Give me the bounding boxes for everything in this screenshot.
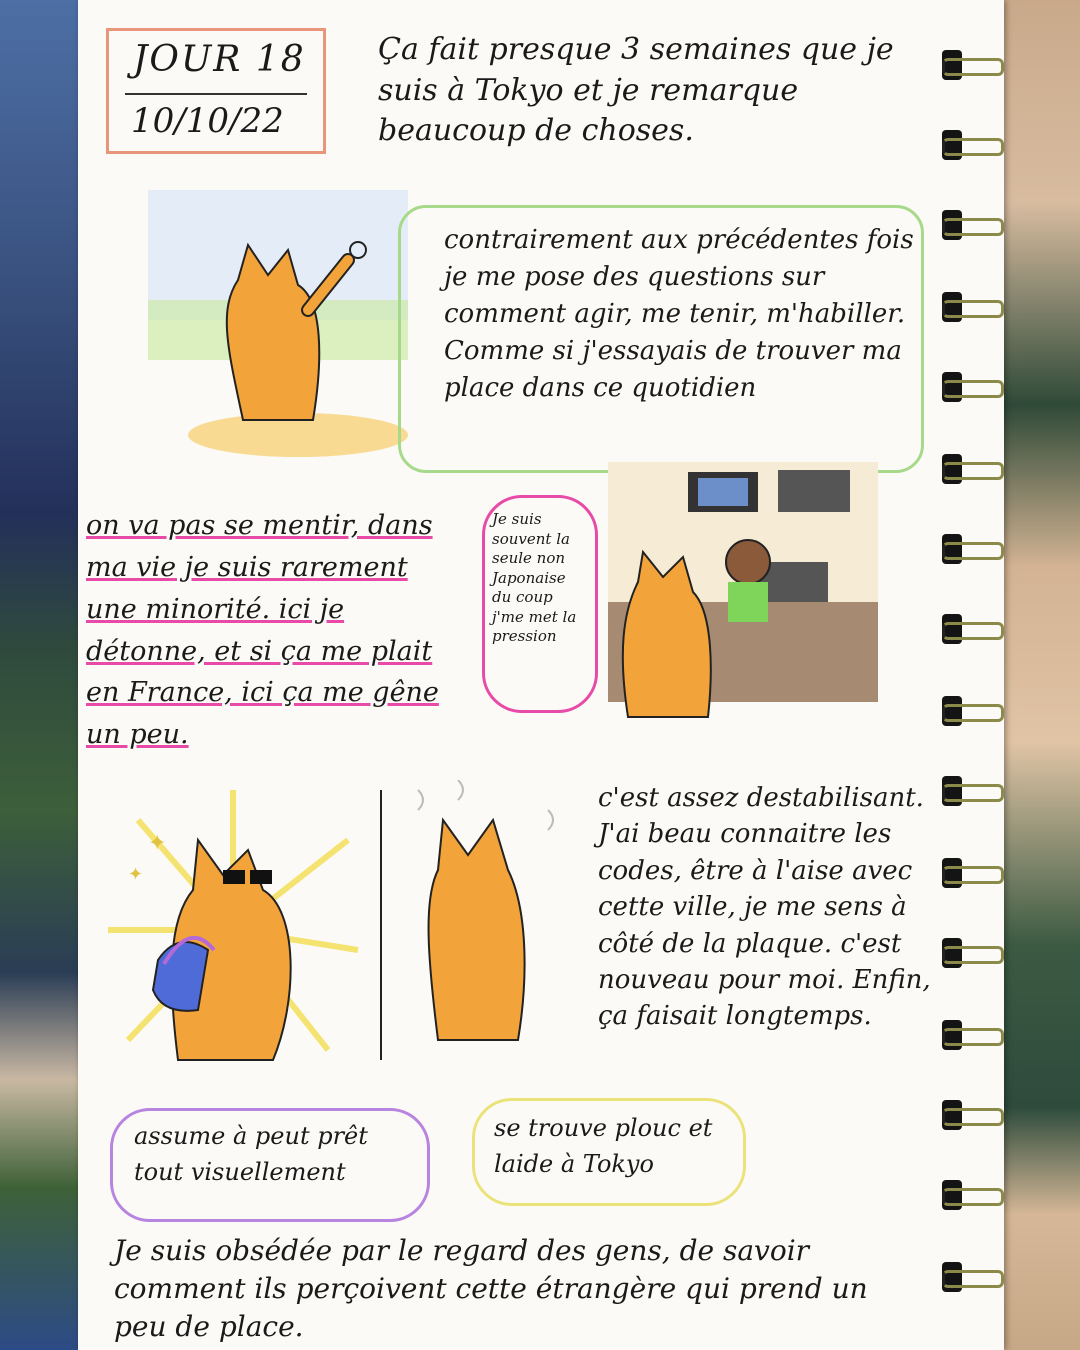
svg-text:✦: ✦ xyxy=(148,831,166,856)
panel-divider xyxy=(380,790,382,1060)
caption-left-text: assume à peut prêt tout visuellement xyxy=(134,1122,368,1186)
date-label: 10/10/22 xyxy=(131,101,284,141)
background-painting-right xyxy=(1000,0,1080,1350)
day-label: JOUR 18 xyxy=(133,39,306,80)
date-divider xyxy=(125,93,307,95)
fox-confident-illustration: ✦ ✦ xyxy=(108,790,359,1061)
panel3-text: c'est assez destabilisant. J'ai beau con… xyxy=(598,783,931,1032)
fox-waving-illustration xyxy=(148,190,408,457)
date-box: JOUR 18 10/10/22 xyxy=(106,28,326,154)
intro-text: Ça fait presque 3 semaines que je suis à… xyxy=(378,32,894,148)
footer-text: Je suis obsédée par le regard des gens, … xyxy=(114,1234,868,1343)
background-painting-left xyxy=(0,0,78,1350)
panel1-text: contrairement aux précédentes fois je me… xyxy=(444,225,914,403)
sketchbook-page: JOUR 18 10/10/22 Ça fait presque 3 semai… xyxy=(78,0,1004,1350)
panel2-bubble-text: Je suis souvent la seule non Japonaise d… xyxy=(492,510,577,645)
caption-right-text: se trouve plouc et laide à Tokyo xyxy=(494,1114,713,1178)
fox-at-counter-illustration xyxy=(608,462,878,718)
svg-text:✦: ✦ xyxy=(128,864,143,885)
panel2-text: on va pas se mentir, dans ma vie je suis… xyxy=(86,510,439,751)
fox-sad-illustration xyxy=(417,780,554,1041)
